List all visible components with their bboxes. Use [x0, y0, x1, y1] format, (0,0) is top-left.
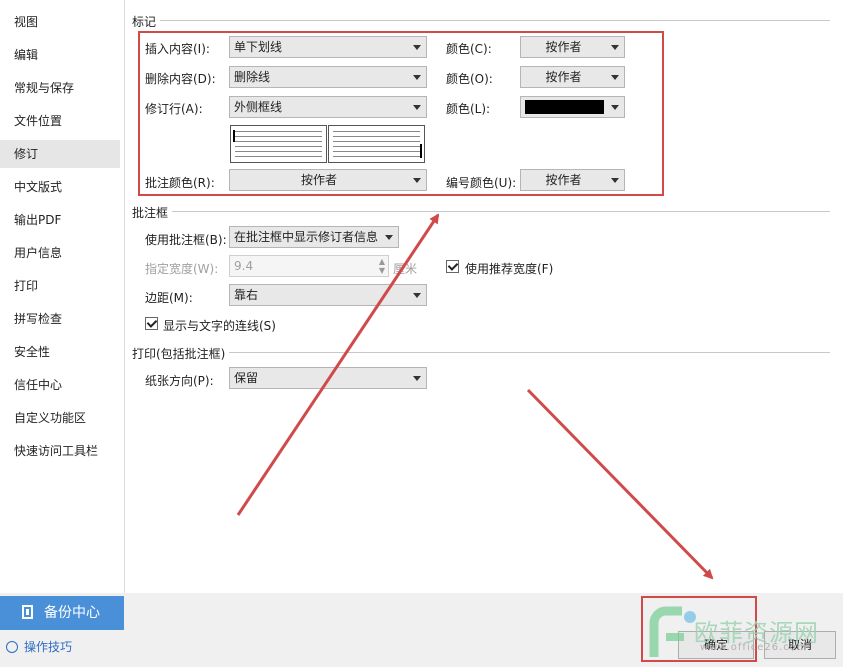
changed-line-dropdown[interactable]: 外侧框线 [229, 96, 427, 118]
chevron-down-icon [385, 235, 393, 240]
section-divider [132, 211, 830, 212]
sidebar-item-edit[interactable]: 编辑 [0, 41, 120, 69]
balloon-width-label: 指定宽度(W): [145, 262, 219, 276]
sidebar-item-file-location[interactable]: 文件位置 [0, 107, 120, 135]
chevron-down-icon [413, 105, 421, 110]
play-circle-icon [6, 641, 18, 653]
balloon-width-unit: 厘米 [393, 262, 418, 276]
insert-style-dropdown[interactable]: 单下划线 [229, 36, 427, 58]
recommended-width-checkbox[interactable] [446, 260, 459, 273]
balloon-width-value: 9.4 [234, 259, 254, 273]
sidebar-item-chinese-layout[interactable]: 中文版式 [0, 173, 120, 201]
sidebar-item-view[interactable]: 视图 [0, 8, 120, 36]
backup-icon [22, 605, 33, 619]
sidebar-item-security[interactable]: 安全性 [0, 338, 120, 366]
revision-preview-left [230, 125, 327, 163]
spinner-arrows-icon: ▲ ▼ [378, 257, 385, 275]
delete-style-dropdown[interactable]: 删除线 [229, 66, 427, 88]
use-balloons-dropdown[interactable]: 在批注框中显示修订者信息 [229, 226, 399, 248]
watermark-logo [649, 606, 696, 657]
section-divider [132, 352, 830, 353]
revision-options-panel: 标记 插入内容(I): 单下划线 颜色(C): 按作者 删除内容(D): 删除线… [125, 0, 843, 593]
number-color-label: 编号颜色(U): [446, 176, 517, 190]
show-lines-checkbox[interactable] [145, 317, 158, 330]
backup-center-label: 备份中心 [44, 605, 100, 621]
sidebar-item-user-info[interactable]: 用户信息 [0, 239, 120, 267]
sidebar-item-revision[interactable]: 修订 [0, 140, 120, 168]
use-balloons-label: 使用批注框(B): [145, 233, 227, 247]
delete-color-label: 颜色(O): [446, 72, 493, 86]
watermark: 欧菲资源网 www.office26.com [642, 605, 843, 667]
watermark-url: www.office26.com [700, 642, 808, 653]
number-color-value: 按作者 [545, 173, 582, 187]
backup-center-button[interactable]: 备份中心 [0, 596, 124, 630]
tips-label: 操作技巧 [24, 640, 73, 654]
use-balloons-value: 在批注框中显示修订者信息 [234, 230, 379, 244]
changed-line-color-dropdown[interactable] [520, 96, 625, 118]
sidebar-item-trust-center[interactable]: 信任中心 [0, 371, 120, 399]
changed-line-color-label: 颜色(L): [446, 102, 491, 116]
section-title-markup: 标记 [132, 13, 161, 30]
chevron-down-icon [413, 75, 421, 80]
margin-value: 靠右 [234, 288, 259, 302]
chevron-down-icon [413, 178, 421, 183]
margin-label: 边距(M): [145, 291, 193, 305]
section-title-balloons: 批注框 [132, 204, 173, 221]
margin-dropdown[interactable]: 靠右 [229, 284, 427, 306]
orientation-dropdown[interactable]: 保留 [229, 367, 427, 389]
chevron-down-icon [413, 293, 421, 298]
changed-line-label: 修订行(A): [145, 102, 203, 116]
show-lines-label: 显示与文字的连线(S) [163, 319, 276, 333]
chevron-down-icon [611, 105, 619, 110]
delete-color-value: 按作者 [545, 70, 582, 84]
color-swatch [525, 100, 604, 114]
section-title-print: 打印(包括批注框) [132, 345, 230, 362]
delete-style-value: 删除线 [234, 70, 271, 84]
sidebar-item-spellcheck[interactable]: 拼写检查 [0, 305, 120, 333]
comment-color-label: 批注颜色(R): [145, 176, 215, 190]
sidebar-item-general-save[interactable]: 常规与保存 [0, 74, 120, 102]
tips-link[interactable]: 操作技巧 [6, 638, 72, 655]
chevron-down-icon [611, 45, 619, 50]
balloon-width-spinner[interactable]: 9.4 ▲ ▼ [229, 255, 389, 277]
chevron-down-icon [611, 178, 619, 183]
insert-color-value: 按作者 [545, 40, 582, 54]
insert-style-value: 单下划线 [234, 40, 283, 54]
chevron-down-icon [413, 45, 421, 50]
options-sidebar: 视图 编辑 常规与保存 文件位置 修订 中文版式 输出PDF 用户信息 打印 拼… [0, 0, 125, 593]
insert-label: 插入内容(I): [145, 42, 210, 56]
comment-color-value: 按作者 [300, 173, 337, 187]
orientation-label: 纸张方向(P): [145, 374, 214, 388]
chevron-down-icon [413, 376, 421, 381]
insert-color-dropdown[interactable]: 按作者 [520, 36, 625, 58]
comment-color-dropdown[interactable]: 按作者 [229, 169, 427, 191]
recommended-width-label: 使用推荐宽度(F) [465, 262, 554, 276]
number-color-dropdown[interactable]: 按作者 [520, 169, 625, 191]
sidebar-item-customize-ribbon[interactable]: 自定义功能区 [0, 404, 120, 432]
section-divider [132, 20, 830, 21]
sidebar-item-export-pdf[interactable]: 输出PDF [0, 206, 120, 234]
revision-preview-right [328, 125, 425, 163]
insert-color-label: 颜色(C): [446, 42, 492, 56]
sidebar-item-quick-access[interactable]: 快速访问工具栏 [0, 437, 120, 465]
delete-color-dropdown[interactable]: 按作者 [520, 66, 625, 88]
changed-line-value: 外侧框线 [234, 100, 283, 114]
orientation-value: 保留 [234, 371, 259, 385]
sidebar-item-print[interactable]: 打印 [0, 272, 120, 300]
chevron-down-icon [611, 75, 619, 80]
delete-label: 删除内容(D): [145, 72, 216, 86]
